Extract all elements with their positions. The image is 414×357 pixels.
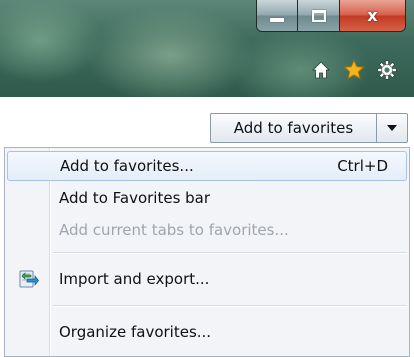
menu-item-label: Add to favorites...	[60, 157, 194, 175]
menu-item-label: Import and export...	[59, 270, 210, 288]
star-icon[interactable]	[342, 58, 366, 82]
menu-item-add-current-tabs: Add current tabs to favorites...	[7, 215, 407, 245]
menu-item-import-export[interactable]: Import and export...	[7, 264, 407, 294]
favorites-menu: Add to favorites... Ctrl+D Add to Favori…	[4, 147, 410, 357]
favorites-pane: Add to favorites Add to favorites... Ctr…	[0, 97, 414, 357]
add-to-favorites-button[interactable]: Add to favorites	[211, 114, 377, 142]
menu-separator	[53, 252, 407, 253]
close-button[interactable]: x	[339, 0, 405, 31]
minimize-icon	[270, 17, 285, 22]
caption-buttons: x	[256, 0, 406, 32]
add-to-favorites-dropdown-button[interactable]	[377, 114, 407, 142]
import-export-icon	[19, 270, 39, 288]
menu-item-label: Add to Favorites bar	[59, 189, 211, 207]
window-titlebar: x	[0, 0, 414, 97]
home-icon[interactable]	[309, 58, 333, 82]
restore-button[interactable]	[298, 0, 340, 31]
menu-item-label: Organize favorites...	[59, 323, 212, 341]
add-to-favorites-split-button: Add to favorites	[210, 113, 408, 143]
gear-icon[interactable]	[375, 58, 399, 82]
menu-item-add-to-favorites[interactable]: Add to favorites... Ctrl+D	[7, 151, 407, 181]
chevron-down-icon	[387, 125, 397, 131]
menu-item-add-to-favorites-bar[interactable]: Add to Favorites bar	[7, 183, 407, 213]
menu-separator	[53, 305, 407, 306]
close-icon: x	[367, 6, 378, 25]
menu-item-organize-favorites[interactable]: Organize favorites...	[7, 317, 407, 347]
menu-item-label: Add current tabs to favorites...	[59, 221, 289, 239]
minimize-button[interactable]	[257, 0, 299, 31]
restore-icon	[311, 9, 326, 22]
menu-item-shortcut: Ctrl+D	[337, 157, 388, 175]
